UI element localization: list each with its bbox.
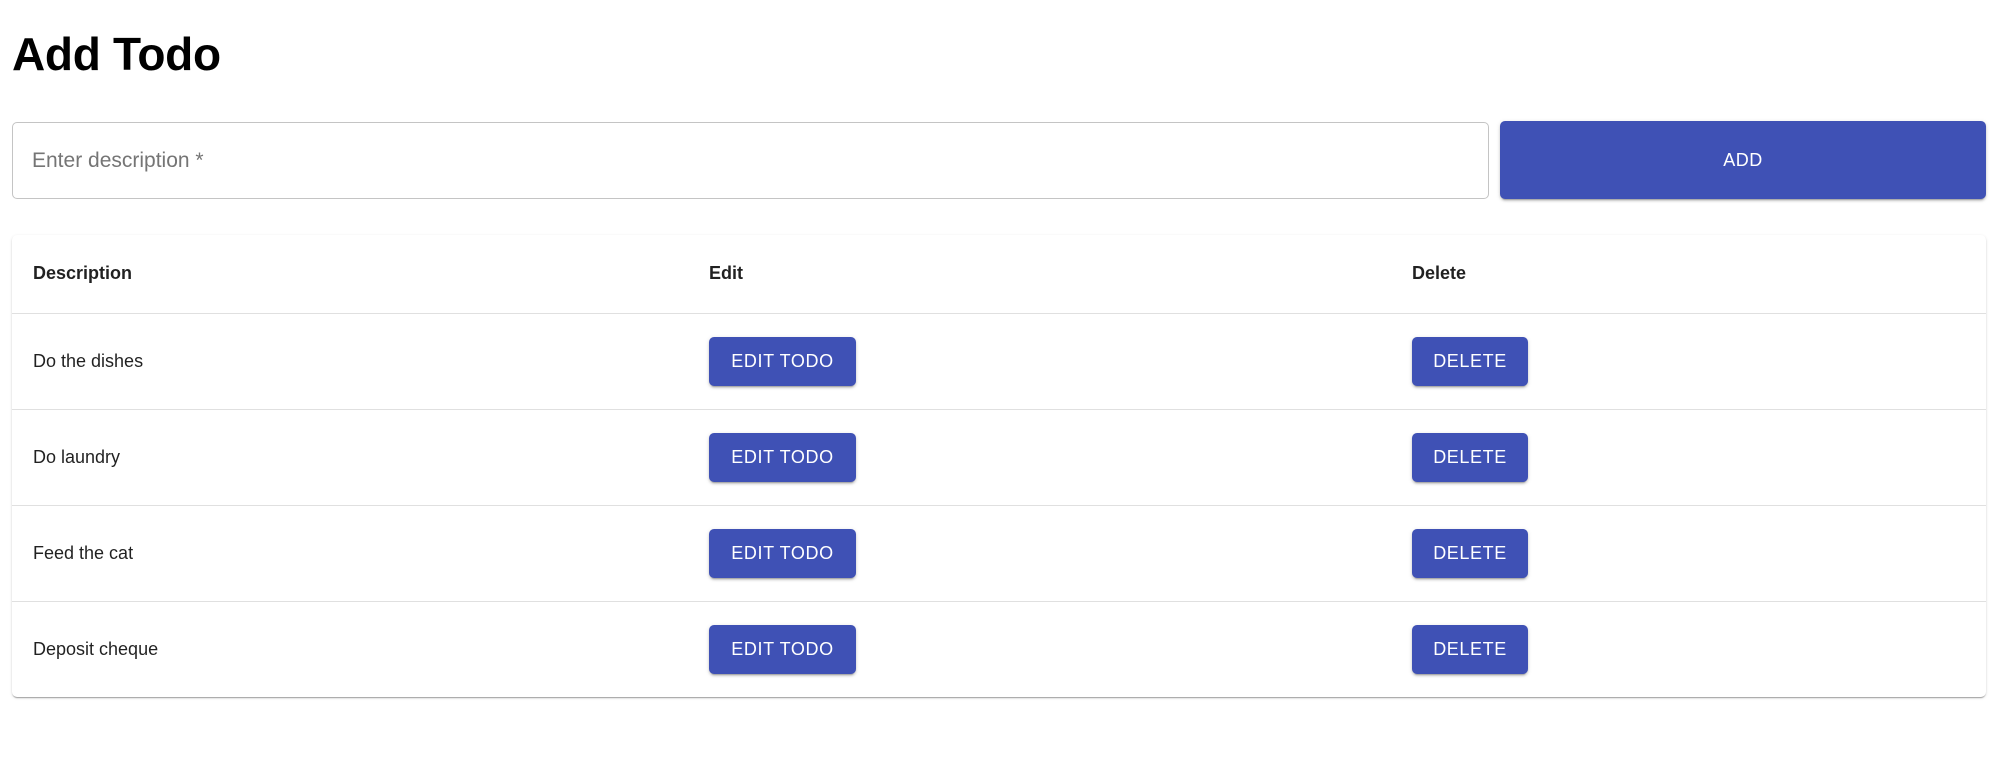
todo-description: Do the dishes xyxy=(12,313,688,410)
edit-cell: EDIT TODO xyxy=(688,409,1391,506)
column-header-edit: Edit xyxy=(688,235,1391,314)
edit-todo-button[interactable]: EDIT TODO xyxy=(709,336,856,386)
description-field xyxy=(12,122,1489,199)
table-body: Do the dishes EDIT TODO DELETE Do laundr… xyxy=(12,313,1986,697)
delete-cell: DELETE xyxy=(1391,505,1986,602)
delete-cell: DELETE xyxy=(1391,601,1986,697)
add-button[interactable]: ADD xyxy=(1500,121,1986,199)
delete-cell: DELETE xyxy=(1391,409,1986,506)
delete-cell: DELETE xyxy=(1391,313,1986,410)
todo-description: Feed the cat xyxy=(12,505,688,602)
page-title: Add Todo xyxy=(12,28,221,80)
table-header: Description Edit Delete xyxy=(12,235,1986,314)
delete-button[interactable]: DELETE xyxy=(1412,432,1528,482)
delete-button[interactable]: DELETE xyxy=(1412,336,1528,386)
table-header-row: Description Edit Delete xyxy=(12,235,1986,314)
edit-cell: EDIT TODO xyxy=(688,601,1391,697)
edit-todo-button[interactable]: EDIT TODO xyxy=(709,624,856,674)
edit-cell: EDIT TODO xyxy=(688,505,1391,602)
todo-description: Do laundry xyxy=(12,409,688,506)
todo-table-container: Description Edit Delete Do the dishes ED… xyxy=(12,235,1986,697)
table-row: Deposit cheque EDIT TODO DELETE xyxy=(12,601,1986,697)
table-row: Do laundry EDIT TODO DELETE xyxy=(12,409,1986,506)
todo-page: Add Todo ADD Description Edit Delete Do … xyxy=(0,0,2000,768)
table-row: Do the dishes EDIT TODO DELETE xyxy=(12,313,1986,410)
edit-todo-button[interactable]: EDIT TODO xyxy=(709,528,856,578)
delete-button[interactable]: DELETE xyxy=(1412,528,1528,578)
todo-description: Deposit cheque xyxy=(33,638,159,659)
todo-table: Description Edit Delete Do the dishes ED… xyxy=(12,235,1986,697)
delete-button[interactable]: DELETE xyxy=(1412,624,1528,674)
column-header-delete: Delete xyxy=(1391,235,1986,314)
column-header-description: Description xyxy=(12,235,688,314)
description-input[interactable] xyxy=(13,123,1488,198)
edit-todo-button[interactable]: EDIT TODO xyxy=(709,432,856,482)
edit-cell: EDIT TODO xyxy=(688,313,1391,410)
table-row: Feed the cat EDIT TODO DELETE xyxy=(12,505,1986,602)
